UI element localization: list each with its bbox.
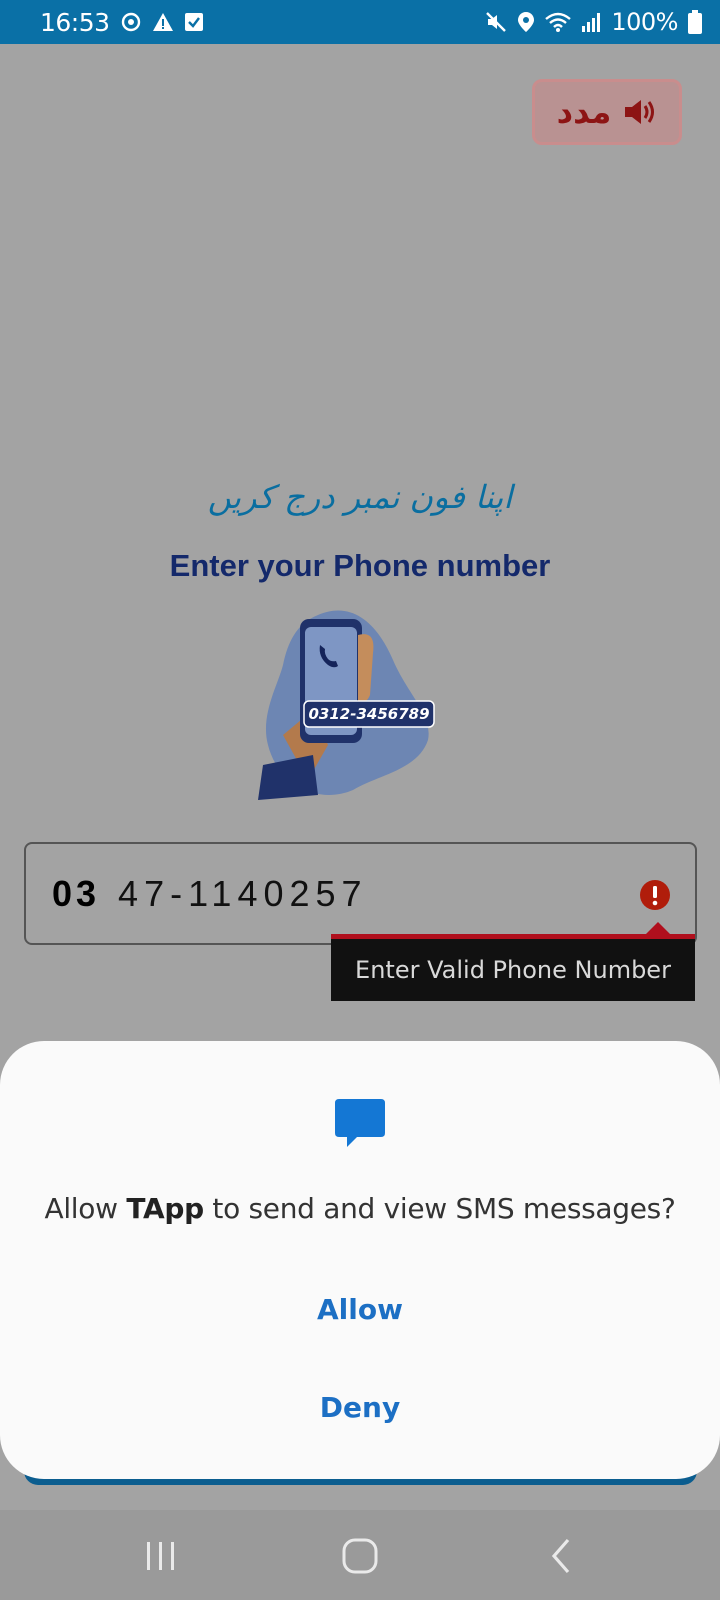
checkbox-icon (184, 12, 204, 32)
help-button[interactable]: مدد (532, 79, 682, 145)
error-icon (640, 880, 670, 910)
navigation-bar (0, 1510, 720, 1600)
recents-icon[interactable] (139, 1534, 183, 1578)
phone-number-input[interactable]: 03 47-1140257 (24, 842, 697, 945)
illustration-phone-sample: 0312-3456789 (308, 705, 429, 723)
urdu-title: اپنا فون نمبر درج کریں (207, 478, 513, 516)
sync-icon (120, 11, 142, 33)
dialog-message-suffix: to send and view SMS messages? (203, 1192, 676, 1225)
location-icon (517, 11, 535, 33)
permission-dialog: Allow TApp to send and view SMS messages… (0, 1041, 720, 1479)
sms-icon (335, 1099, 385, 1147)
help-label: مدد (556, 93, 612, 131)
allow-button[interactable]: Allow (0, 1293, 720, 1326)
mute-icon (485, 11, 507, 33)
speaker-icon (623, 97, 657, 127)
status-right: 100% (485, 8, 702, 36)
deny-button[interactable]: Deny (0, 1391, 720, 1424)
status-bar: 16:53 100% (0, 0, 720, 44)
signal-icon (581, 12, 601, 32)
status-left: 16:53 (40, 8, 204, 37)
dialog-app-name: TApp (126, 1192, 204, 1225)
page-title: Enter your Phone number (169, 548, 551, 583)
dialog-message: Allow TApp to send and view SMS messages… (0, 1192, 720, 1225)
phone-illustration: 0312-3456789 (258, 610, 435, 800)
home-icon[interactable] (338, 1534, 382, 1578)
battery-percent: 100% (611, 8, 678, 36)
tooltip-arrow (646, 922, 670, 934)
wifi-icon (545, 11, 572, 33)
battery-icon (688, 10, 702, 34)
phone-prefix: 03 (52, 872, 101, 914)
error-tooltip: Enter Valid Phone Number (331, 934, 695, 1001)
back-icon[interactable] (540, 1534, 584, 1578)
warning-icon (152, 11, 174, 33)
phone-value: 47-1140257 (118, 872, 368, 914)
status-time: 16:53 (40, 7, 110, 37)
dialog-message-prefix: Allow (44, 1192, 127, 1225)
